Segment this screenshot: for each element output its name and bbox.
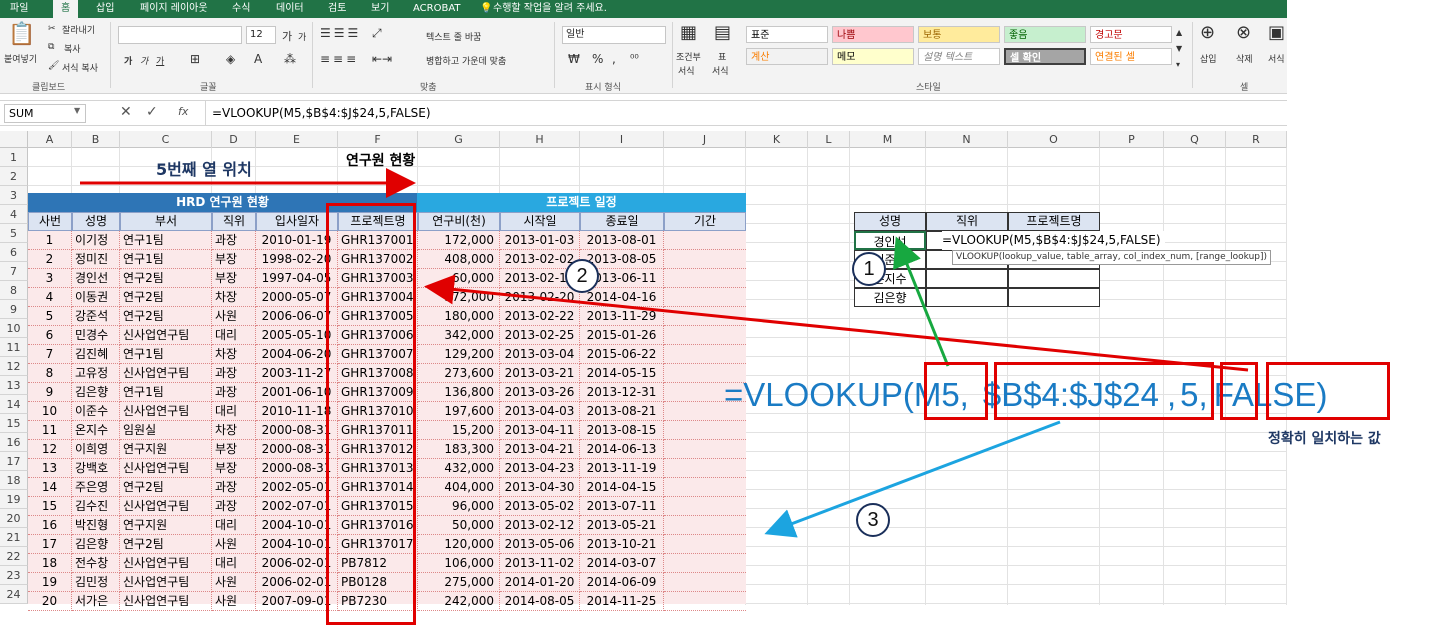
formula-prefix: =VLOOKUP( [724,376,914,413]
table-array-arrow [764,420,1061,538]
arg2-box [994,362,1214,420]
exact-match-label: 정확히 일치하는 값 [1268,431,1381,447]
col5-label: 5번째 열 위치 [156,160,252,179]
arg1-box [924,362,988,420]
arg3-box [1220,362,1258,420]
arg4-box [1266,362,1390,420]
step-3-badge: 3 [856,503,890,537]
project-column-highlight [326,203,416,625]
step-2-badge: 2 [565,259,599,293]
col-index-arrow [424,274,1249,372]
annotation-arrows [80,168,1249,538]
step-1-badge: 1 [852,252,886,286]
lookup-value-arrow [893,236,950,367]
